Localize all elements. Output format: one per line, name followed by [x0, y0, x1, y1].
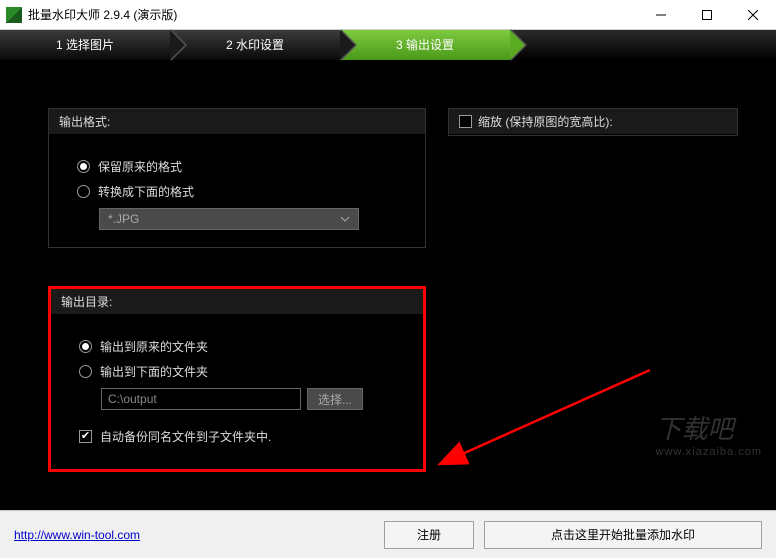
checkbox-label: 自动备份同名文件到子文件夹中. — [100, 428, 271, 445]
step-3-active[interactable]: 3 输出设置 — [340, 30, 510, 60]
step-2[interactable]: 2 水印设置 — [170, 30, 340, 60]
format-combobox[interactable]: *.JPG — [99, 208, 359, 230]
radio-label: 保留原来的格式 — [98, 158, 182, 175]
content-area: 输出格式: 保留原来的格式 转换成下面的格式 *.JPG 缩放 (保持原图的宽高… — [0, 60, 776, 510]
website-link[interactable]: http://www.win-tool.com — [14, 528, 140, 542]
path-value: C:\output — [108, 392, 157, 406]
scale-label: 缩放 (保持原图的宽高比): — [478, 113, 613, 130]
step-bar: 1 选择图片 2 水印设置 3 输出设置 — [0, 30, 776, 60]
output-directory-panel: 输出目录: 输出到原来的文件夹 输出到下面的文件夹 C:\output 选择..… — [48, 286, 426, 472]
annotation-arrow — [430, 360, 670, 480]
radio-icon — [77, 160, 90, 173]
step-2-label: 2 水印设置 — [226, 38, 284, 52]
minimize-icon — [656, 10, 666, 20]
step-1[interactable]: 1 选择图片 — [0, 30, 170, 60]
radio-label: 输出到原来的文件夹 — [100, 338, 208, 355]
output-format-header: 输出格式: — [49, 109, 425, 134]
step-1-label: 1 选择图片 — [56, 38, 114, 52]
maximize-icon — [702, 10, 712, 20]
start-batch-button[interactable]: 点击这里开始批量添加水印 — [484, 521, 762, 549]
radio-output-custom-folder[interactable]: 输出到下面的文件夹 — [79, 363, 403, 380]
scale-header: 缩放 (保持原图的宽高比): — [449, 109, 737, 134]
register-label: 注册 — [417, 526, 441, 543]
radio-keep-original-format[interactable]: 保留原来的格式 — [77, 158, 405, 175]
backup-checkbox-row[interactable]: 自动备份同名文件到子文件夹中. — [79, 428, 403, 445]
output-path-input[interactable]: C:\output — [101, 388, 301, 410]
start-label: 点击这里开始批量添加水印 — [551, 526, 695, 543]
minimize-button[interactable] — [638, 0, 684, 30]
app-icon — [6, 7, 22, 23]
register-button[interactable]: 注册 — [384, 521, 474, 549]
browse-button[interactable]: 选择... — [307, 388, 363, 410]
radio-icon — [79, 365, 92, 378]
scale-checkbox[interactable] — [459, 115, 472, 128]
combo-value: *.JPG — [108, 212, 139, 226]
watermark-text: 下载吧 — [656, 414, 734, 444]
watermark-overlay: 下载吧 www.xiazaiba.com — [656, 409, 762, 458]
radio-output-original-folder[interactable]: 输出到原来的文件夹 — [79, 338, 403, 355]
window-title: 批量水印大师 2.9.4 (演示版) — [28, 6, 638, 23]
close-icon — [748, 10, 758, 20]
radio-label: 输出到下面的文件夹 — [100, 363, 208, 380]
radio-icon — [77, 185, 90, 198]
footer: http://www.win-tool.com 注册 点击这里开始批量添加水印 — [0, 510, 776, 558]
chevron-down-icon — [340, 214, 350, 224]
watermark-url: www.xiazaiba.com — [656, 446, 762, 458]
scale-panel: 缩放 (保持原图的宽高比): — [448, 108, 738, 136]
output-directory-header: 输出目录: — [51, 289, 423, 314]
output-format-panel: 输出格式: 保留原来的格式 转换成下面的格式 *.JPG — [48, 108, 426, 248]
browse-label: 选择... — [318, 391, 352, 408]
checkbox-icon — [79, 430, 92, 443]
radio-convert-format[interactable]: 转换成下面的格式 — [77, 183, 405, 200]
radio-icon — [79, 340, 92, 353]
close-button[interactable] — [730, 0, 776, 30]
radio-label: 转换成下面的格式 — [98, 183, 194, 200]
titlebar: 批量水印大师 2.9.4 (演示版) — [0, 0, 776, 30]
step-3-label: 3 输出设置 — [396, 38, 454, 52]
maximize-button[interactable] — [684, 0, 730, 30]
